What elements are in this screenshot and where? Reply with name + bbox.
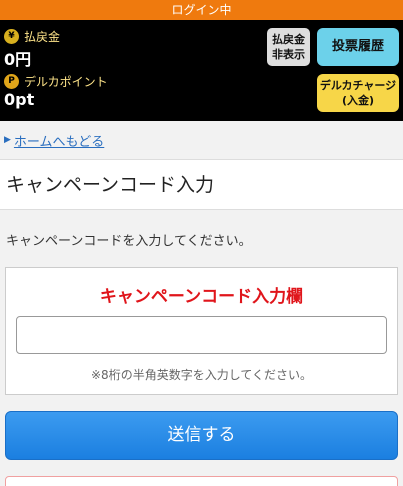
hide-refund-button[interactable]: 払戻金 非表示	[267, 28, 310, 66]
charge-label-2: (入金)	[341, 94, 375, 107]
login-status-bar: ログイン中	[0, 0, 403, 20]
campaign-code-form: キャンペーンコード入力欄 ※8桁の半角英数字を入力してください。	[5, 267, 398, 395]
refund-row: ¥ 払戻金	[4, 28, 60, 45]
account-panel: ¥ 払戻金 0円 P デルカポイント 0pt 払戻金 非表示 投票履歴 デルカチ…	[0, 20, 403, 121]
bottom-notice-box	[5, 476, 398, 486]
points-value: 0pt	[4, 90, 35, 109]
refund-label: 払戻金	[24, 30, 61, 44]
form-title: キャンペーンコード入力欄	[99, 287, 304, 307]
points-label: デルカポイント	[24, 75, 108, 89]
input-note: ※8桁の半角英数字を入力してください。	[91, 368, 312, 382]
submit-button[interactable]: 送信する	[5, 411, 398, 460]
delca-charge-button[interactable]: デルカチャージ (入金)	[317, 74, 399, 112]
hide-refund-label-1: 払戻金	[272, 33, 305, 46]
back-to-home-link[interactable]: ホームへもどる	[14, 131, 104, 150]
charge-label-1: デルカチャージ	[319, 79, 397, 92]
arrow-right-icon: ▶	[4, 135, 11, 145]
page-title: キャンペーンコード入力	[0, 159, 403, 210]
vote-history-button[interactable]: 投票履歴	[317, 28, 399, 66]
campaign-code-input[interactable]	[16, 316, 387, 354]
page-description: キャンペーンコードを入力してください。	[6, 234, 252, 249]
yen-coin-icon: ¥	[4, 29, 19, 44]
breadcrumb: ▶ ホームへもどる	[0, 121, 403, 159]
refund-value: 0円	[4, 50, 32, 69]
point-coin-icon: P	[4, 74, 19, 89]
points-row: P デルカポイント	[4, 73, 108, 90]
hide-refund-label-2: 非表示	[272, 48, 305, 61]
